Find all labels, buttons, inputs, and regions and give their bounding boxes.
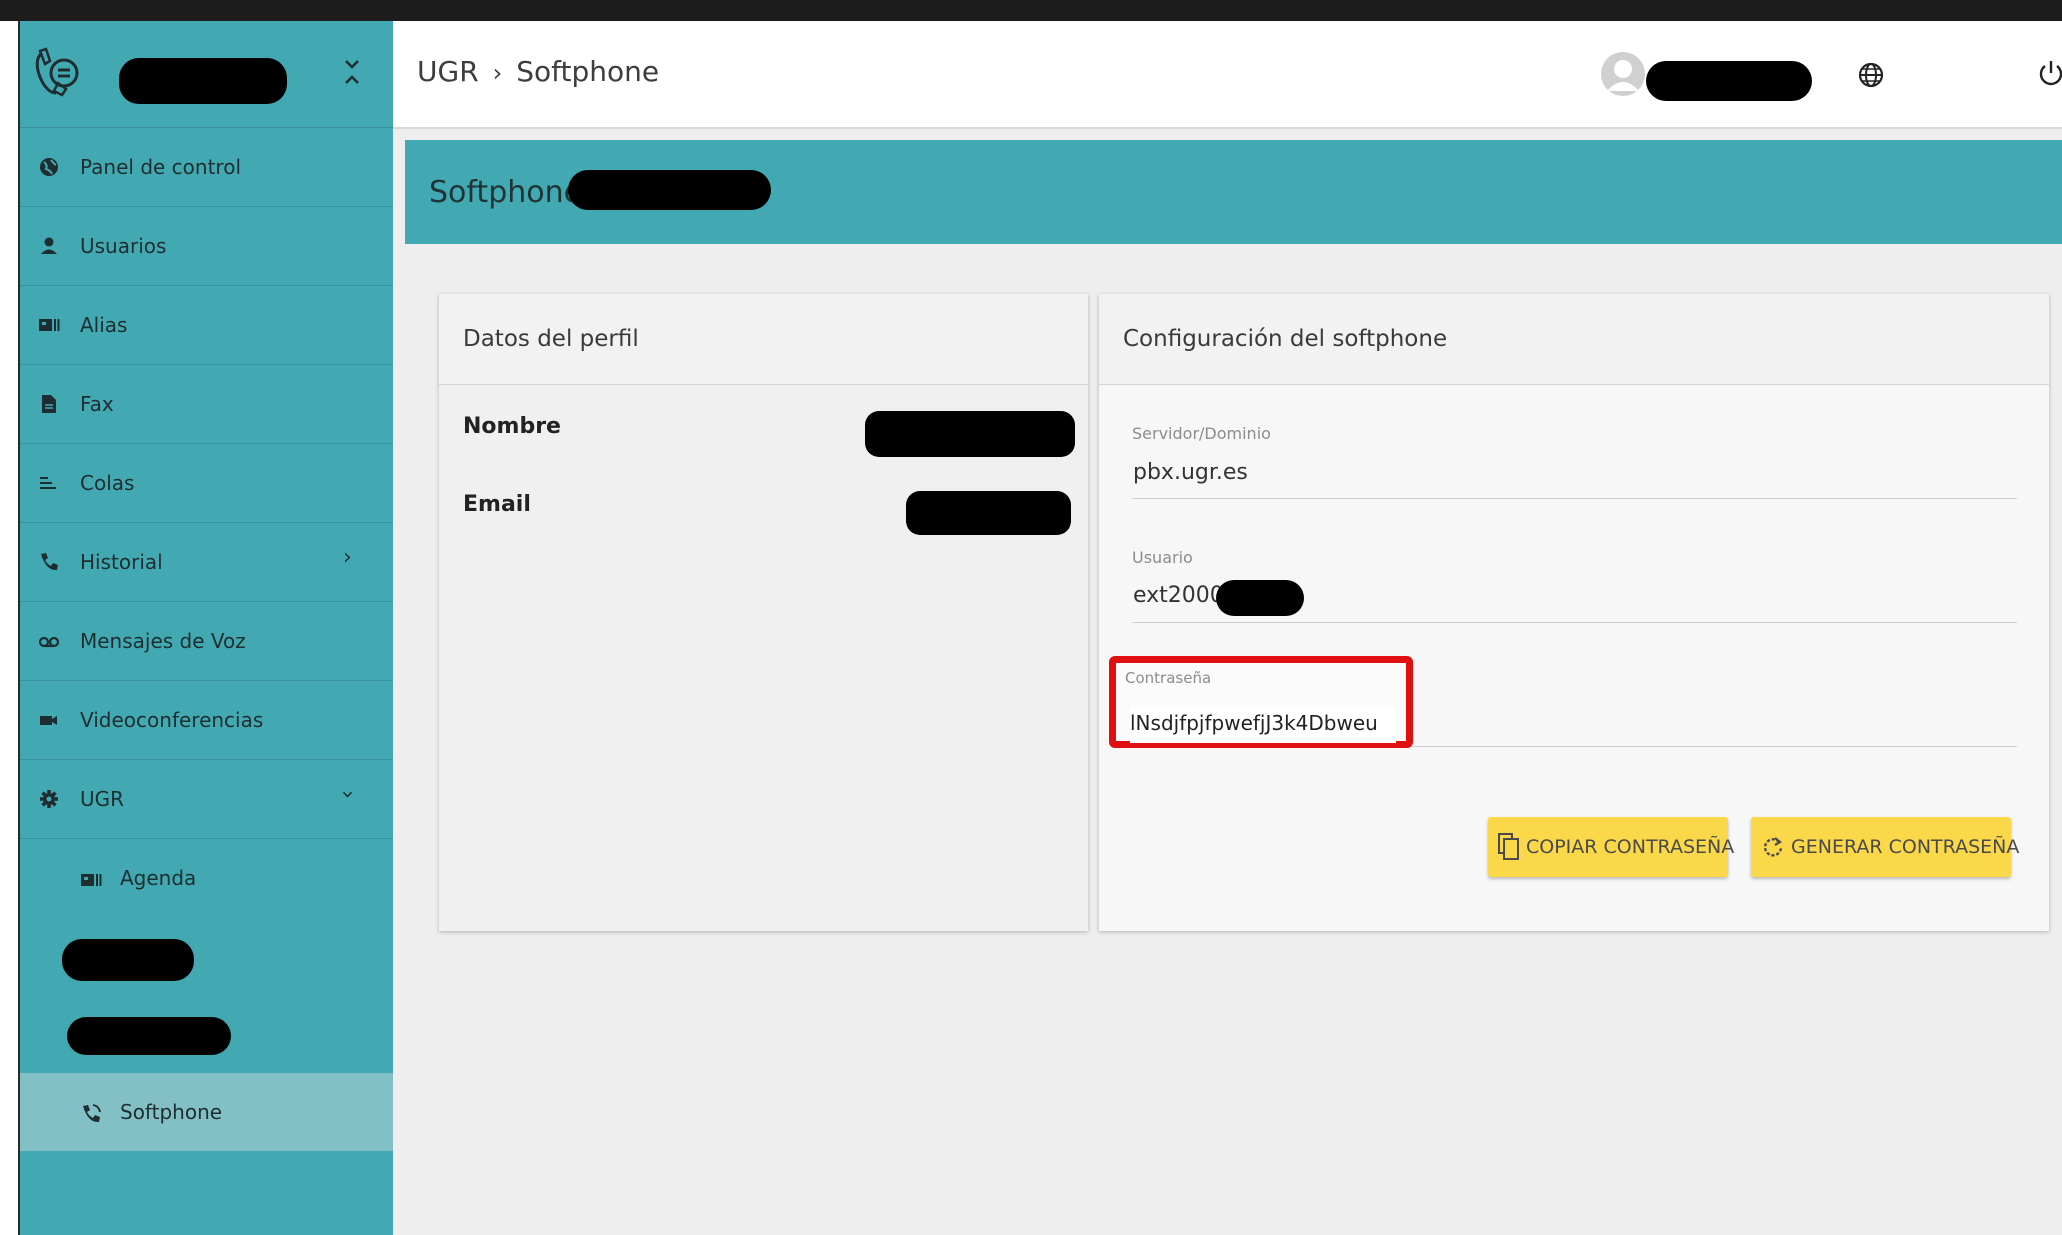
redacted-user-suffix [1216,580,1304,616]
collapse-sidebar-icon[interactable] [342,57,362,87]
sidebar-subitem-softphone[interactable]: Softphone [20,1073,393,1151]
generate-password-label: GENERAR CONTRASEÑA [1791,836,2020,858]
sidebar-item-label: UGR [80,787,125,811]
phone-ringing-icon [83,1104,101,1123]
sidebar-item-label: Videoconferencias [80,708,264,732]
power-logout-icon[interactable] [2038,59,2062,87]
chevron-down-icon: › [334,790,360,799]
sidebar-item-label: Historial [80,550,163,574]
sidebar-item-panel-de-control[interactable]: Panel de control [20,128,393,207]
sidebar-item-ugr[interactable]: UGR › [20,760,393,839]
sidebar-item-colas[interactable]: Colas [20,444,393,523]
profile-card-title: Datos del perfil [463,326,639,352]
copy-password-label: COPIAR CONTRASEÑA [1526,836,1735,858]
sidebar-subitem-agenda[interactable]: Agenda [20,839,393,917]
sidebar-item-videoconferencias[interactable]: Videoconferencias [20,681,393,760]
gear-icon [40,790,58,808]
redacted-extension [568,170,771,210]
breadcrumb-separator: › [492,59,503,87]
sidebar-item-usuarios[interactable]: Usuarios [20,207,393,286]
profile-card-header: Datos del perfil [439,294,1088,385]
softphone-card-header: Configuración del softphone [1099,294,2049,385]
sidebar-subitem-label: Agenda [120,866,197,890]
password-label: Contraseña [1125,669,1212,687]
copy-icon [1498,833,1519,860]
contact-card-icon [39,319,60,331]
server-input[interactable]: pbx.ugr.es [1133,460,1248,485]
sidebar-item-mensajes-de-voz[interactable]: Mensajes de Voz [20,602,393,681]
avatar-icon[interactable] [1600,51,1646,97]
sidebar-item-alias[interactable]: Alias [20,286,393,365]
name-label: Nombre [463,414,561,439]
window-top-bar [0,0,2062,21]
sidebar-subitem-redacted-2[interactable] [20,995,393,1073]
user-label: Usuario [1132,548,1193,567]
phone-icon [41,553,58,571]
server-underline [1132,498,2017,499]
redacted-label [67,1017,231,1055]
sidebar: Panel de control Usuarios Alias Fax Cola… [20,21,393,1235]
page-banner: Softphone - [405,140,2062,244]
contact-card-icon [81,874,102,886]
profile-card: Datos del perfil Nombre Email [439,294,1088,931]
sidebar-item-label: Usuarios [80,234,167,258]
user-underline [1132,622,2017,623]
voicemail-icon [38,636,60,648]
password-highlight-box: Contraseña lNsdjfpjfpwefjJ3k4Dbweu [1109,656,1413,748]
chevron-right-icon: › [343,545,352,570]
sidebar-item-label: Colas [80,471,135,495]
language-globe-icon[interactable] [1857,61,1885,89]
redacted-app-name [119,58,287,104]
top-header: UGR › Softphone [393,21,2062,129]
copy-password-button[interactable]: COPIAR CONTRASEÑA [1488,817,1734,877]
password-input[interactable]: lNsdjfpjfpwefjJ3k4Dbweu [1130,711,1378,735]
email-label: Email [463,492,531,517]
sidebar-subitem-redacted-1[interactable] [20,917,393,995]
video-icon [40,716,57,725]
softphone-card-title: Configuración del softphone [1123,326,1448,352]
refresh-icon [1763,837,1783,857]
sidebar-item-label: Panel de control [80,155,241,179]
sidebar-item-historial[interactable]: Historial › [20,523,393,602]
redacted-label [62,939,194,981]
breadcrumb: UGR › Softphone [417,55,659,88]
redacted-name-value [865,411,1075,457]
queue-icon [40,477,56,489]
main-content: Softphone - Datos del perfil Nombre Emai… [393,129,2062,1235]
app-logo-icon [35,47,79,97]
document-icon [42,395,56,413]
redacted-email-value [906,491,1071,535]
sidebar-header [20,21,393,128]
user-icon [41,237,57,254]
globe-icon [40,158,58,176]
generate-password-button[interactable]: GENERAR CONTRASEÑA [1751,817,2019,877]
sidebar-item-label: Alias [80,313,128,337]
sidebar-subitem-label: Softphone [120,1100,223,1124]
redacted-username [1646,61,1812,101]
sidebar-item-label: Fax [80,392,114,416]
sidebar-item-fax[interactable]: Fax [20,365,393,444]
breadcrumb-ugr[interactable]: UGR [417,55,479,88]
window-left-edge [0,21,20,1235]
server-label: Servidor/Dominio [1132,424,1271,443]
sidebar-item-label: Mensajes de Voz [80,629,246,653]
softphone-config-card: Configuración del softphone Servidor/Dom… [1099,294,2049,931]
user-input[interactable]: ext2000 [1133,583,1224,608]
breadcrumb-softphone: Softphone [516,55,660,88]
